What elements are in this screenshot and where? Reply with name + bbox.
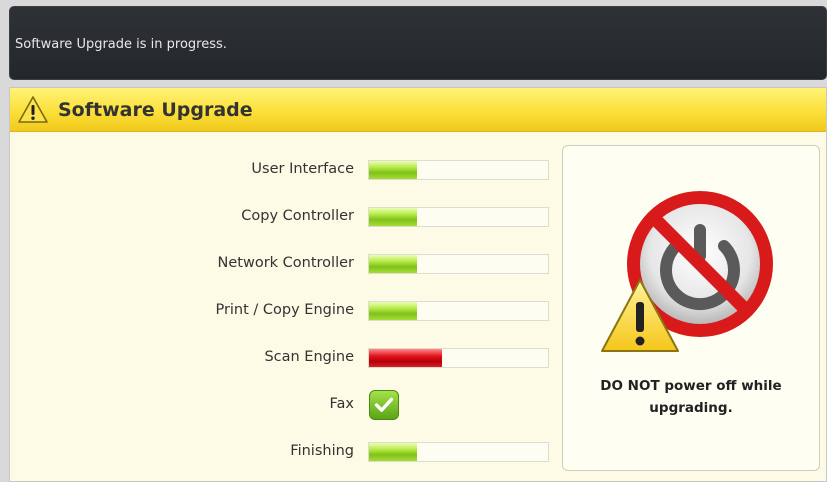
progress-bar-network-controller bbox=[368, 254, 549, 274]
progress-bar-copy-controller bbox=[368, 207, 549, 227]
component-label: User Interface bbox=[251, 161, 354, 177]
no-power-off-icon bbox=[601, 191, 773, 352]
progress-bar-print-copy-engine bbox=[368, 301, 549, 321]
component-label: Network Controller bbox=[217, 255, 354, 271]
warning-panel: DO NOT power off while upgrading. bbox=[562, 145, 820, 471]
progress-bar-scan-engine bbox=[368, 348, 549, 368]
component-label: Finishing bbox=[290, 443, 354, 459]
progress-bar-user-interface bbox=[368, 160, 549, 180]
warning-line-1: DO NOT power off while bbox=[600, 378, 782, 394]
component-label: Scan Engine bbox=[264, 349, 354, 365]
warning-line-2: upgrading. bbox=[649, 400, 733, 416]
progress-fill bbox=[369, 302, 418, 320]
warning-message: DO NOT power off while upgrading. bbox=[563, 375, 819, 419]
component-label: Fax bbox=[329, 396, 354, 412]
progress-bar-finishing bbox=[368, 442, 549, 462]
screen: Software Upgrade is in progress. Softwar… bbox=[0, 0, 827, 482]
progress-fill bbox=[369, 208, 418, 226]
dialog-header: Software Upgrade bbox=[10, 88, 826, 132]
status-message: Software Upgrade is in progress. bbox=[15, 37, 227, 52]
warning-icon bbox=[18, 96, 48, 123]
component-label: Copy Controller bbox=[241, 208, 354, 224]
checkmark-icon bbox=[369, 390, 399, 420]
progress-fill bbox=[369, 161, 418, 179]
checkmark-glyph bbox=[374, 397, 394, 412]
upgrade-dialog: Software Upgrade User Interface Copy Con… bbox=[9, 87, 827, 482]
progress-fill bbox=[369, 349, 443, 367]
status-bar: Software Upgrade is in progress. bbox=[9, 6, 827, 80]
dialog-title: Software Upgrade bbox=[58, 99, 253, 121]
progress-fill bbox=[369, 443, 418, 461]
progress-fill bbox=[369, 255, 418, 273]
component-label: Print / Copy Engine bbox=[215, 302, 354, 318]
